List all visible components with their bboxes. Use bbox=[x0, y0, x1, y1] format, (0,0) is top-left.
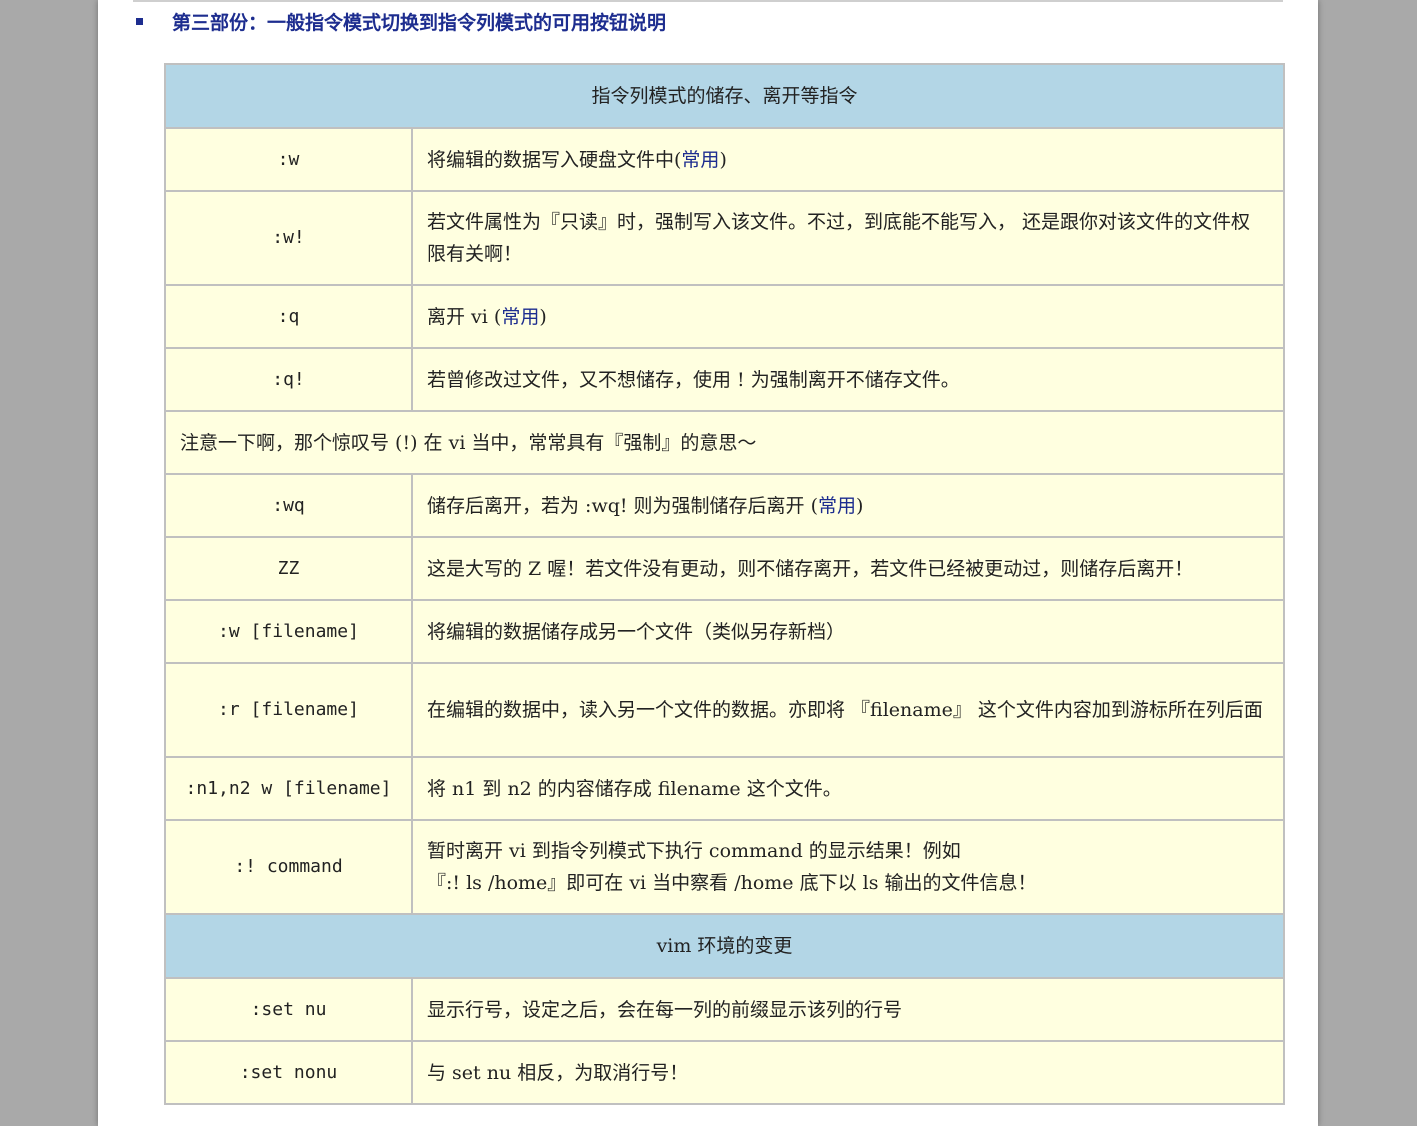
common-tag: 常用 bbox=[818, 494, 857, 517]
note-row: 注意一下啊，那个惊叹号 (!) 在 vi 当中，常常具有『强制』的意思～ bbox=[164, 410, 1285, 475]
command-description: 将编辑的数据写入硬盘文件中(常用) bbox=[411, 127, 1285, 192]
common-tag: 常用 bbox=[681, 148, 720, 171]
square-bullet-icon bbox=[136, 17, 143, 25]
section-header-save-quit: 指令列模式的储存、离开等指令 bbox=[164, 63, 1285, 129]
table-row: :set nu 显示行号，设定之后，会在每一列的前缀显示该列的行号 bbox=[164, 977, 1285, 1042]
command-key: :set nu bbox=[164, 977, 413, 1042]
command-description: 若文件属性为『只读』时，强制写入该文件。不过，到底能不能写入， 还是跟你对该文件… bbox=[411, 190, 1285, 286]
table-header-row: vim 环境的变更 bbox=[164, 913, 1285, 979]
table-row: :w 将编辑的数据写入硬盘文件中(常用) bbox=[164, 127, 1285, 192]
section-heading-text: 第三部份：一般指令模式切换到指令列模式的可用按钮说明 bbox=[172, 11, 667, 34]
command-description: 将编辑的数据储存成另一个文件（类似另存新档） bbox=[411, 599, 1285, 664]
command-key: :! command bbox=[164, 819, 413, 915]
command-description: 离开 vi (常用) bbox=[411, 284, 1285, 349]
command-key: :q bbox=[164, 284, 413, 349]
document-page: 第三部份：一般指令模式切换到指令列模式的可用按钮说明 指令列模式的储存、离开等指… bbox=[98, 0, 1318, 1126]
command-key: :n1,n2 w [filename] bbox=[164, 756, 413, 821]
command-description: 若曾修改过文件，又不想储存，使用 ! 为强制离开不储存文件。 bbox=[411, 347, 1285, 412]
table-row: ZZ 这是大写的 Z 喔！若文件没有更动，则不储存离开，若文件已经被更动过，则储… bbox=[164, 536, 1285, 601]
table-row: :q 离开 vi (常用) bbox=[164, 284, 1285, 349]
command-table: 指令列模式的储存、离开等指令 :w 将编辑的数据写入硬盘文件中(常用) :w! … bbox=[164, 63, 1285, 1105]
command-key: :set nonu bbox=[164, 1040, 413, 1105]
note-text: 注意一下啊，那个惊叹号 (!) 在 vi 当中，常常具有『强制』的意思～ bbox=[164, 410, 1285, 475]
section-header-vim-env: vim 环境的变更 bbox=[164, 913, 1285, 979]
command-key: :q! bbox=[164, 347, 413, 412]
command-key: :w [filename] bbox=[164, 599, 413, 664]
table-row: :r [filename] 在编辑的数据中，读入另一个文件的数据。亦即将 『fi… bbox=[164, 662, 1285, 758]
table-row: :w [filename] 将编辑的数据储存成另一个文件（类似另存新档） bbox=[164, 599, 1285, 664]
table-row: :! command 暂时离开 vi 到指令列模式下执行 command 的显示… bbox=[164, 819, 1285, 915]
common-tag: 常用 bbox=[501, 305, 540, 328]
command-key: :r [filename] bbox=[164, 662, 413, 758]
command-description: 这是大写的 Z 喔！若文件没有更动，则不储存离开，若文件已经被更动过，则储存后离… bbox=[411, 536, 1285, 601]
table-row: :wq 储存后离开，若为 :wq! 则为强制储存后离开 (常用) bbox=[164, 473, 1285, 538]
section-heading: 第三部份：一般指令模式切换到指令列模式的可用按钮说明 bbox=[136, 6, 666, 36]
table-row: :n1,n2 w [filename] 将 n1 到 n2 的内容储存成 fil… bbox=[164, 756, 1285, 821]
command-description: 暂时离开 vi 到指令列模式下执行 command 的显示结果！例如 『:! ls… bbox=[411, 819, 1285, 915]
table-row: :w! 若文件属性为『只读』时，强制写入该文件。不过，到底能不能写入， 还是跟你… bbox=[164, 190, 1285, 286]
command-key: :w bbox=[164, 127, 413, 192]
table-header-row: 指令列模式的储存、离开等指令 bbox=[164, 63, 1285, 129]
command-key: ZZ bbox=[164, 536, 413, 601]
command-description: 储存后离开，若为 :wq! 则为强制储存后离开 (常用) bbox=[411, 473, 1285, 538]
table-row: :set nonu 与 set nu 相反，为取消行号！ bbox=[164, 1040, 1285, 1105]
top-divider bbox=[133, 0, 1283, 2]
command-key: :wq bbox=[164, 473, 413, 538]
table-row: :q! 若曾修改过文件，又不想储存，使用 ! 为强制离开不储存文件。 bbox=[164, 347, 1285, 412]
command-key: :w! bbox=[164, 190, 413, 286]
command-description: 在编辑的数据中，读入另一个文件的数据。亦即将 『filename』 这个文件内容… bbox=[411, 662, 1285, 758]
command-description: 将 n1 到 n2 的内容储存成 filename 这个文件。 bbox=[411, 756, 1285, 821]
command-description: 与 set nu 相反，为取消行号！ bbox=[411, 1040, 1285, 1105]
command-description: 显示行号，设定之后，会在每一列的前缀显示该列的行号 bbox=[411, 977, 1285, 1042]
